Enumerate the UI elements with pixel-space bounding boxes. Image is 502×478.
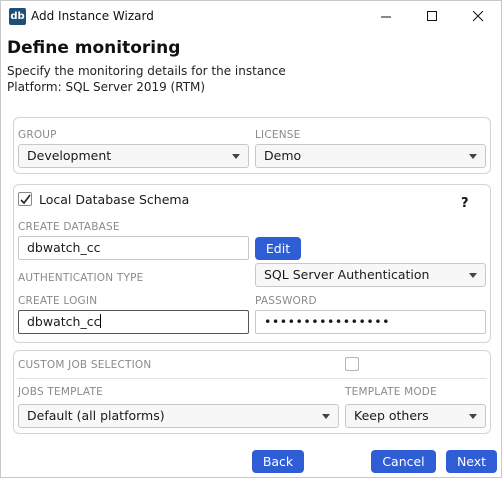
maximize-button[interactable] <box>409 1 455 32</box>
divider <box>17 378 487 379</box>
license-select[interactable]: Demo <box>255 144 486 168</box>
chevron-down-icon <box>322 414 330 419</box>
chevron-down-icon <box>469 154 477 159</box>
password-label: PASSWORD <box>255 295 317 307</box>
window-title: Add Instance Wizard <box>31 9 154 23</box>
group-select-value: Development <box>27 148 112 163</box>
jobs-template-select[interactable]: Default (all platforms) <box>18 404 339 428</box>
minimize-icon <box>380 16 391 18</box>
local-schema-label: Local Database Schema <box>39 192 190 207</box>
group-select[interactable]: Development <box>18 144 249 168</box>
close-button[interactable] <box>455 1 501 32</box>
create-database-value: dbwatch_cc <box>27 240 101 255</box>
auth-type-value: SQL Server Authentication <box>264 267 430 282</box>
create-database-input[interactable]: dbwatch_cc <box>18 236 249 260</box>
template-mode-select[interactable]: Keep others <box>345 404 486 428</box>
password-input[interactable]: •••••••••••••••• <box>255 310 486 334</box>
create-login-label: CREATE LOGIN <box>18 295 98 307</box>
auth-type-label: AUTHENTICATION TYPE <box>18 272 144 284</box>
app-icon: db <box>9 8 26 25</box>
page-title: Define monitoring <box>7 38 181 58</box>
help-icon[interactable]: ? <box>461 196 469 211</box>
cancel-button[interactable]: Cancel <box>371 450 436 473</box>
template-mode-value: Keep others <box>354 408 429 423</box>
minimize-button[interactable] <box>363 1 409 32</box>
group-label: GROUP <box>18 129 57 141</box>
wizard-window: db Add Instance Wizard Define monitoring… <box>0 0 502 478</box>
chevron-down-icon <box>469 414 477 419</box>
jobs-template-label: JOBS TEMPLATE <box>18 386 103 398</box>
checkmark-icon <box>20 194 31 205</box>
create-database-label: CREATE DATABASE <box>18 221 120 233</box>
next-button[interactable]: Next <box>446 450 497 473</box>
auth-type-select[interactable]: SQL Server Authentication <box>255 263 486 287</box>
template-mode-label: TEMPLATE MODE <box>345 386 437 398</box>
text-cursor <box>100 314 102 328</box>
password-value: •••••••••••••••• <box>264 314 390 329</box>
create-login-value: dbwatch_cc <box>27 314 101 329</box>
close-icon <box>472 10 483 22</box>
local-schema-checkbox[interactable] <box>18 192 32 206</box>
title-bar: db Add Instance Wizard <box>1 1 501 32</box>
back-button[interactable]: Back <box>252 450 304 473</box>
chevron-down-icon <box>232 154 240 159</box>
maximize-icon <box>426 11 437 21</box>
create-login-input[interactable]: dbwatch_cc <box>18 310 249 334</box>
page-description: Specify the monitoring details for the i… <box>7 64 286 78</box>
license-select-value: Demo <box>264 148 302 163</box>
jobs-template-value: Default (all platforms) <box>27 408 165 423</box>
edit-button[interactable]: Edit <box>255 237 301 260</box>
chevron-down-icon <box>469 273 477 278</box>
platform-info: Platform: SQL Server 2019 (RTM) <box>7 80 206 94</box>
license-label: LICENSE <box>255 129 301 141</box>
custom-job-checkbox[interactable] <box>345 357 359 371</box>
custom-job-label: CUSTOM JOB SELECTION <box>18 359 152 371</box>
